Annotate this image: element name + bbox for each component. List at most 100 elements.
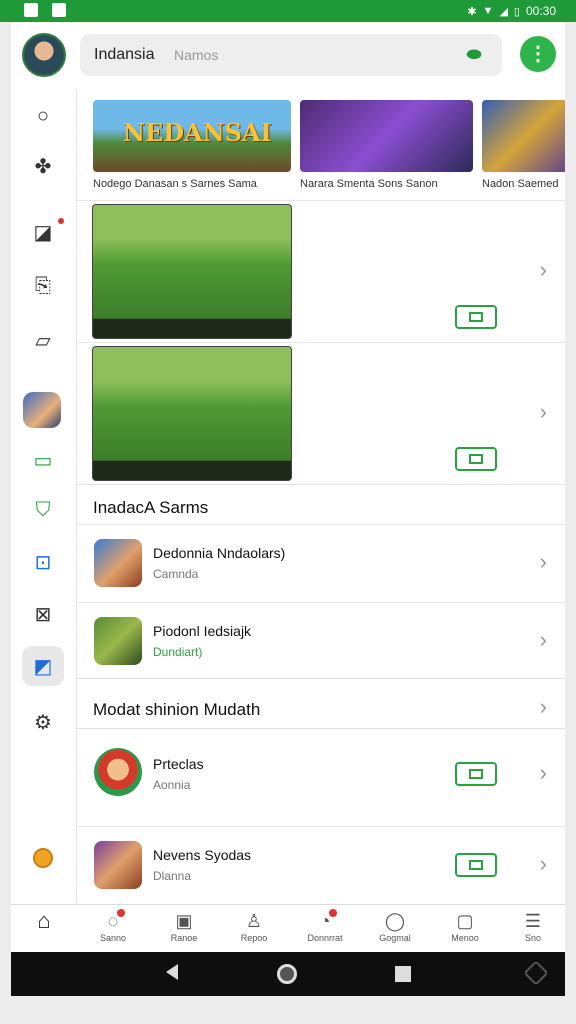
- app-name: Dedonnia Nndaolars): [153, 545, 286, 561]
- wifi-icon: ▼: [482, 5, 494, 17]
- chevron-right-icon[interactable]: ›: [540, 399, 547, 425]
- home-button-icon[interactable]: [277, 964, 297, 984]
- featured-carousel: NEDANSAI Nodego Danasan s Sarnes Sama Na…: [77, 100, 565, 200]
- chevron-right-icon[interactable]: ›: [540, 627, 547, 653]
- divider: [77, 728, 565, 729]
- carousel-caption: Narara Smenta Sons Sanon: [300, 178, 438, 190]
- person-icon: ♙: [245, 911, 263, 931]
- bluetooth-icon: ✱: [467, 5, 477, 18]
- carousel-thumb[interactable]: [300, 100, 473, 172]
- avatar[interactable]: [22, 33, 66, 77]
- app-subtitle: Dlanna: [153, 869, 192, 883]
- nav-label: Menoo: [451, 933, 479, 943]
- back-icon[interactable]: [166, 964, 178, 980]
- nav-store[interactable]: ▣ Ranoe: [154, 909, 214, 943]
- list-icon: ☰: [524, 911, 542, 931]
- notification-badge: [117, 909, 125, 917]
- chat-bubble-icon[interactable]: ⬬: [464, 44, 484, 64]
- list-item[interactable]: Prteclas Aonnia ›: [77, 736, 565, 826]
- sidebar-image-icon[interactable]: ⊠: [22, 594, 64, 634]
- app-name: Nevens Syodas: [153, 847, 252, 863]
- nav-label: Ranoe: [170, 933, 198, 943]
- app-subtitle: Dundiart): [153, 645, 203, 659]
- nav-profile[interactable]: ♙ Repoo: [224, 909, 284, 943]
- app-name: Prteclas: [153, 756, 204, 772]
- sidebar-shield-icon[interactable]: ⛉: [22, 490, 64, 530]
- assistant-icon[interactable]: [523, 960, 549, 986]
- app-subtitle: Aonnia: [153, 778, 191, 792]
- alarm-icon: ◔: [295, 909, 355, 933]
- sidebar-grid-icon[interactable]: ⊡: [22, 542, 64, 582]
- chevron-right-icon[interactable]: ›: [540, 760, 547, 786]
- chevron-right-icon[interactable]: ›: [540, 257, 547, 283]
- carousel-thumb[interactable]: [482, 100, 565, 172]
- bubble-icon: ◯: [384, 911, 406, 931]
- nav-label: Sanno: [99, 933, 127, 943]
- thumb-banner-text: NEDANSAI: [123, 118, 272, 147]
- chevron-right-icon[interactable]: ›: [540, 851, 547, 877]
- install-icon: [469, 860, 483, 870]
- sidebar-tablet-icon[interactable]: ▭: [22, 440, 64, 480]
- bottom-nav: ⌂ ◌ Sanno ▣ Ranoe ♙ Repoo ◔ Donnrrat ◯ G…: [11, 904, 565, 952]
- store-icon: ▣: [175, 911, 193, 931]
- app-title: Indansia: [94, 46, 155, 63]
- app-icon: [94, 748, 142, 796]
- feature-card[interactable]: ›: [77, 200, 565, 342]
- app-subtitle: Camnda: [153, 567, 199, 581]
- list-item[interactable]: Piodonl Iedsiajk Dundiart) ›: [77, 602, 565, 680]
- sidebar: ○ ✤ ◪ ⎘ ▱ ▭ ⛉ ⊡ ⊠ ◩ ⚙: [11, 90, 77, 904]
- app-icon: [94, 617, 142, 665]
- sidebar-circle-icon[interactable]: ○: [22, 96, 64, 136]
- nav-label: Sno: [524, 933, 541, 943]
- install-button[interactable]: [455, 305, 497, 329]
- nav-list[interactable]: ☰ Sno: [503, 909, 563, 943]
- search-bar[interactable]: Indansia Namos ⬬: [80, 34, 502, 76]
- sidebar-settings-icon[interactable]: ⚙: [22, 702, 64, 742]
- list-item[interactable]: Dedonnia Nndaolars) Camnda ›: [77, 524, 565, 602]
- install-icon: [469, 312, 483, 322]
- more-menu-button[interactable]: ⋮: [520, 36, 556, 72]
- install-button[interactable]: [455, 762, 497, 786]
- install-icon: [469, 769, 483, 779]
- nav-chat[interactable]: ◌ Sanno: [83, 909, 143, 943]
- game-screenshot: [92, 204, 292, 339]
- nav-label: Repoo: [240, 933, 268, 943]
- clock: 00:30: [525, 4, 556, 18]
- recents-icon[interactable]: [395, 966, 411, 982]
- app-icon: [94, 841, 142, 889]
- top-bar: Indansia Namos ⬬ ⋮: [11, 22, 565, 90]
- nav-screen[interactable]: ▢ Menoo: [435, 909, 495, 943]
- nav-messages[interactable]: ◯ Gogmal: [365, 909, 425, 943]
- app-name: Piodonl Iedsiajk: [153, 623, 252, 639]
- system-nav-bar: [11, 952, 565, 996]
- sidebar-file-icon[interactable]: ▱: [22, 320, 64, 360]
- chat-icon: ◌: [83, 909, 143, 933]
- battery-icon: ▯: [513, 5, 520, 18]
- feature-card[interactable]: ›: [77, 342, 565, 484]
- install-button[interactable]: [455, 853, 497, 877]
- notification-badge: [329, 909, 337, 917]
- nav-label: Gogmal: [379, 933, 411, 943]
- game-screenshot: [92, 346, 292, 481]
- nav-home[interactable]: ⌂: [14, 909, 74, 933]
- divider: [77, 484, 565, 485]
- sidebar-game-avatar[interactable]: [23, 392, 61, 428]
- home-icon: ⌂: [37, 908, 51, 933]
- chevron-right-icon[interactable]: ›: [540, 549, 547, 575]
- carousel-thumb[interactable]: NEDANSAI: [93, 100, 291, 172]
- search-placeholder: Namos: [174, 47, 219, 63]
- list-item[interactable]: Nevens Syodas Dlanna ›: [77, 826, 565, 906]
- nav-alarm[interactable]: ◔ Donnrrat: [295, 909, 355, 943]
- notification-icon-2: [52, 3, 66, 17]
- sidebar-edit-icon[interactable]: ◪: [22, 212, 64, 252]
- sidebar-puzzle-icon[interactable]: ✤: [22, 146, 64, 186]
- status-bar: ✱ ▼ ◢ ▯ 00:30: [0, 0, 576, 22]
- coin-icon[interactable]: [33, 848, 53, 868]
- carousel-caption: Nodego Danasan s Sarnes Sama: [93, 178, 257, 190]
- sidebar-calendar-icon[interactable]: ◩: [22, 646, 64, 686]
- sidebar-export-icon[interactable]: ⎘: [22, 266, 64, 306]
- install-button[interactable]: [455, 447, 497, 471]
- divider: [77, 678, 565, 679]
- chevron-right-icon[interactable]: ›: [540, 694, 547, 720]
- section-title: Modat shinion Mudath: [93, 700, 261, 719]
